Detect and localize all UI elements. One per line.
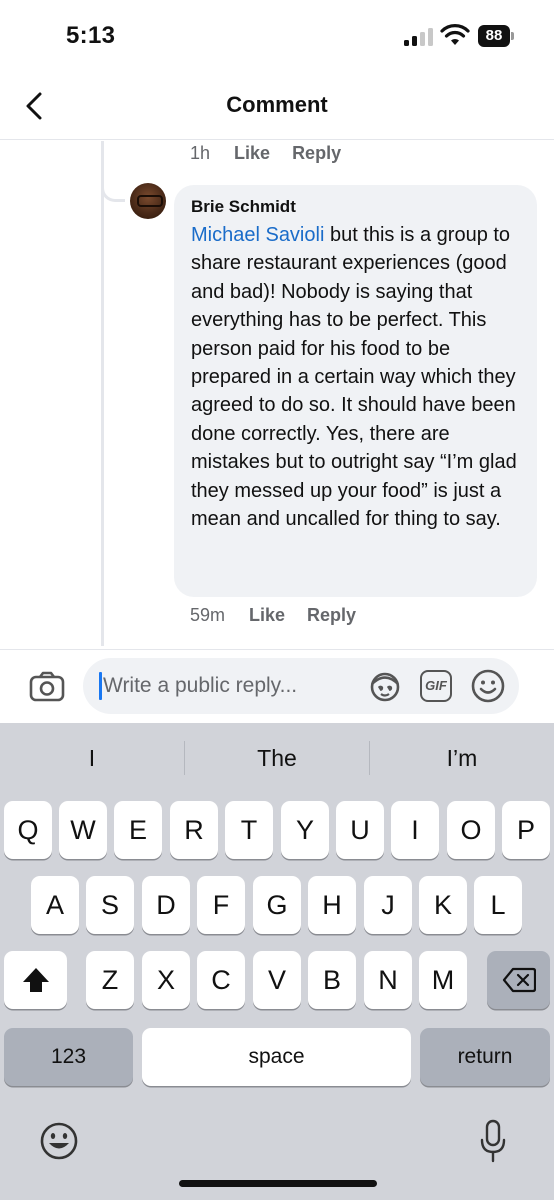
- suggestion-1[interactable]: I: [0, 745, 184, 772]
- battery-icon: 88: [478, 25, 514, 47]
- reply-bar: GIF: [0, 649, 554, 723]
- mention-link[interactable]: Michael Savioli: [191, 224, 324, 246]
- thread-line: [101, 141, 104, 646]
- space-key[interactable]: space: [142, 1028, 411, 1086]
- predictive-bar: I The I’m: [0, 723, 554, 795]
- previous-comment-actions: 1h Like Reply: [190, 143, 363, 164]
- key-m[interactable]: M: [419, 951, 467, 1009]
- status-bar: 5:13 88: [0, 0, 554, 72]
- reply-input-container[interactable]: GIF: [83, 658, 519, 714]
- key-q[interactable]: Q: [4, 801, 52, 859]
- key-c[interactable]: C: [197, 951, 245, 1009]
- key-g[interactable]: G: [253, 876, 301, 934]
- avatar[interactable]: [130, 183, 166, 219]
- key-k[interactable]: K: [419, 876, 467, 934]
- comment-actions: 59m Like Reply: [190, 605, 378, 626]
- keyboard: I The I’m Q W E R T Y U I O P A S D F G …: [0, 723, 554, 1200]
- comment-bubble: Brie Schmidt Michael Savioli but this is…: [174, 185, 537, 597]
- cellular-signal-icon: [404, 28, 434, 46]
- reply-input[interactable]: [103, 670, 353, 702]
- key-t[interactable]: T: [225, 801, 273, 859]
- wifi-icon: [440, 24, 470, 45]
- key-x[interactable]: X: [142, 951, 190, 1009]
- key-z[interactable]: Z: [86, 951, 134, 1009]
- key-p[interactable]: P: [502, 801, 550, 859]
- key-u[interactable]: U: [336, 801, 384, 859]
- key-b[interactable]: B: [308, 951, 356, 1009]
- reply-button[interactable]: Reply: [292, 143, 341, 164]
- battery-level: 88: [478, 25, 510, 47]
- key-v[interactable]: V: [253, 951, 301, 1009]
- shift-arrow-icon: [22, 968, 49, 992]
- return-key[interactable]: return: [420, 1028, 550, 1086]
- comment-thread: 1h Like Reply Brie Schmidt Michael Savio…: [0, 141, 554, 649]
- key-w[interactable]: W: [59, 801, 107, 859]
- comment-body: but this is a group to share restaurant …: [191, 224, 517, 531]
- backspace-icon: [502, 967, 536, 993]
- like-button[interactable]: Like: [249, 605, 285, 626]
- shift-key[interactable]: [4, 951, 67, 1009]
- key-r[interactable]: R: [170, 801, 218, 859]
- comment-time: 1h: [190, 143, 211, 163]
- suggestion-2[interactable]: The: [185, 745, 369, 772]
- status-time: 5:13: [66, 22, 116, 49]
- gif-button[interactable]: GIF: [420, 670, 452, 702]
- reply-button[interactable]: Reply: [307, 605, 356, 626]
- key-n[interactable]: N: [364, 951, 412, 1009]
- like-button[interactable]: Like: [234, 143, 270, 164]
- suggestion-3[interactable]: I’m: [370, 745, 554, 772]
- camera-icon[interactable]: [28, 668, 66, 706]
- numbers-key[interactable]: 123: [4, 1028, 133, 1086]
- key-o[interactable]: O: [447, 801, 495, 859]
- key-y[interactable]: Y: [281, 801, 329, 859]
- comment-text: Michael Savioli but this is a group to s…: [191, 221, 521, 533]
- key-s[interactable]: S: [86, 876, 134, 934]
- key-f[interactable]: F: [197, 876, 245, 934]
- comment-time: 59m: [190, 605, 226, 625]
- key-j[interactable]: J: [364, 876, 412, 934]
- smiley-icon[interactable]: [470, 668, 506, 704]
- key-a[interactable]: A: [31, 876, 79, 934]
- avatar-sticker-icon[interactable]: [367, 669, 403, 703]
- text-caret: [99, 672, 102, 700]
- page-title: Comment: [226, 92, 328, 117]
- microphone-icon[interactable]: [478, 1118, 508, 1164]
- delete-key[interactable]: [487, 951, 550, 1009]
- key-e[interactable]: E: [114, 801, 162, 859]
- key-h[interactable]: H: [308, 876, 356, 934]
- header: Comment: [0, 72, 554, 140]
- key-i[interactable]: I: [391, 801, 439, 859]
- key-l[interactable]: L: [474, 876, 522, 934]
- comment-author[interactable]: Brie Schmidt: [191, 197, 521, 217]
- emoji-keyboard-icon[interactable]: [38, 1120, 80, 1162]
- thread-connector: [101, 176, 125, 202]
- home-indicator[interactable]: [179, 1180, 377, 1187]
- key-d[interactable]: D: [142, 876, 190, 934]
